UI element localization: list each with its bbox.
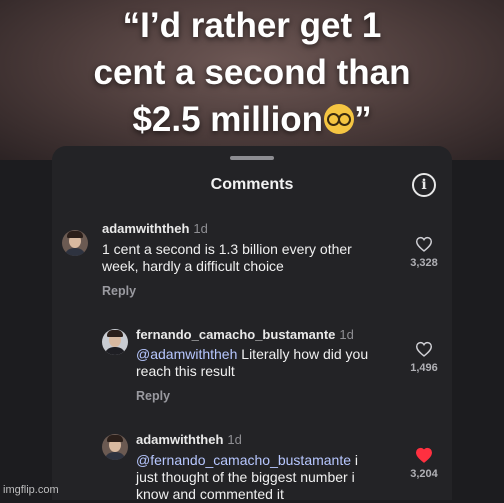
heart-outline-icon [415, 341, 433, 357]
caption-close-quote: ” [354, 100, 372, 139]
sheet-title: Comments [210, 176, 294, 193]
info-icon[interactable]: i [412, 173, 436, 197]
comment-meta: adamwiththeh 1d [136, 432, 242, 447]
comments-sheet: Comments i adamwiththeh 1d 1 cent a secon… [52, 146, 452, 503]
comment-text-line: 1 cent a second is 1.3 billion every oth… [102, 241, 352, 257]
comment-text: @adamwiththeh Literally how did you reac… [136, 346, 368, 380]
watermark: imgflip.com [3, 484, 59, 496]
comment-text: @fernando_camacho_bustamante i just thou… [136, 452, 358, 503]
caption-line-3-text: $2.5 million [132, 100, 324, 139]
comment-username[interactable]: adamwiththeh [102, 221, 189, 236]
like-button[interactable]: 3,204 [406, 447, 442, 480]
comment-meta: fernando_camacho_bustamante 1d [136, 327, 354, 342]
avatar[interactable] [62, 230, 88, 256]
comment-time: 1d [227, 432, 242, 447]
comment-text-part: Literally how did you [237, 346, 369, 362]
avatar[interactable] [102, 329, 128, 355]
comment-text-line: just thought of the biggest number i [136, 469, 355, 485]
sheet-drag-handle[interactable] [230, 156, 274, 160]
caption-line-1: “I’d rather get 1 [122, 6, 382, 45]
caption-line-2: cent a second than [93, 53, 411, 92]
comment-time: 1d [193, 221, 208, 236]
like-button[interactable]: 1,496 [406, 341, 442, 374]
reply-button[interactable]: Reply [102, 284, 136, 298]
comment-text-line: @adamwiththeh Literally how did you [136, 346, 368, 363]
like-count: 3,204 [410, 468, 438, 480]
like-count: 3,328 [410, 257, 438, 269]
comment-mention[interactable]: @adamwiththeh [136, 346, 237, 362]
caption-line-3: $2.5 million ” [0, 96, 504, 143]
reply-button[interactable]: Reply [136, 389, 170, 403]
like-button[interactable]: 3,328 [406, 236, 442, 269]
avatar[interactable] [102, 434, 128, 460]
comment-username[interactable]: fernando_camacho_bustamante [136, 327, 335, 342]
comment-text-line: week, hardly a difficult choice [102, 258, 284, 274]
comment-meta: adamwiththeh 1d [102, 221, 208, 236]
comment-text: 1 cent a second is 1.3 billion every oth… [102, 241, 352, 275]
heart-filled-icon [415, 447, 433, 463]
heart-outline-icon [415, 236, 433, 252]
comment-text-line: know and commented it [136, 486, 284, 502]
video-caption: “I’d rather get 1 cent a second than $2.… [0, 2, 504, 143]
comment-username[interactable]: adamwiththeh [136, 432, 223, 447]
comment-mention[interactable]: @fernando_camacho_bustamante [136, 452, 351, 468]
comment-text-line: reach this result [136, 363, 235, 379]
like-count: 1,496 [410, 362, 438, 374]
nerd-face-emoji-icon [324, 104, 355, 134]
comment-text-line: @fernando_camacho_bustamante i [136, 452, 358, 469]
comment-time: 1d [339, 327, 354, 342]
comment-text-part: i [351, 452, 359, 468]
